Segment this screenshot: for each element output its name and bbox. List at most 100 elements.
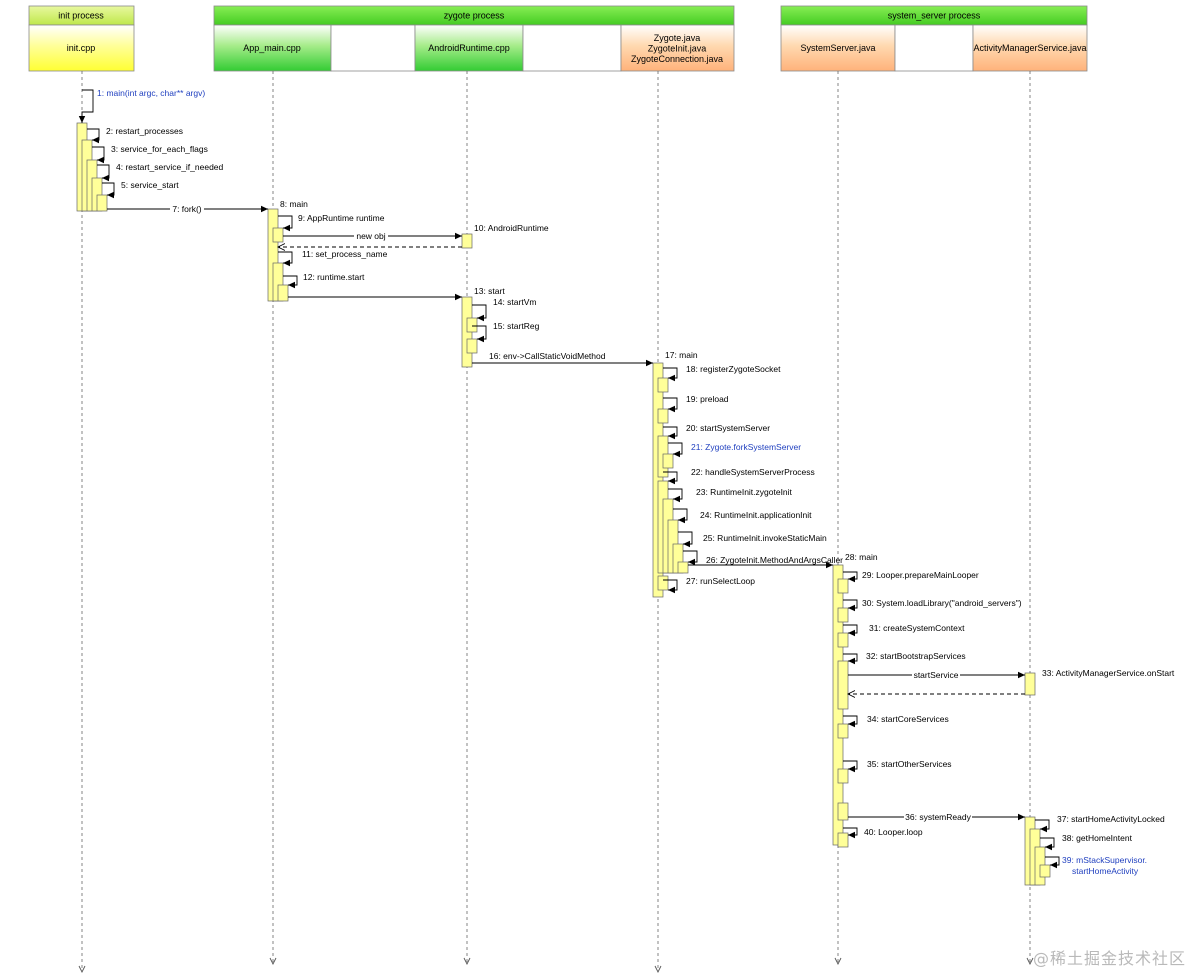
activation-bar [466, 317, 478, 333]
msg-14: 14: startVm [493, 297, 536, 307]
msg-32: 32: startBootstrapServices [866, 651, 966, 661]
msg-39-line1: 39: mStackSupervisor. [1062, 855, 1147, 865]
arrow-26 [683, 550, 698, 566]
activation-bar [837, 832, 849, 848]
arrow-31 [843, 624, 858, 637]
arrow-38 [1040, 837, 1055, 851]
activation-bar [1024, 672, 1036, 696]
activation-bar [837, 802, 849, 821]
arrow-9 [278, 215, 293, 232]
activation-bar [1039, 864, 1051, 878]
activation-bar [657, 575, 669, 591]
message-arrows [78, 89, 1060, 869]
init-process-label: init process [58, 11, 104, 21]
arrow-20 [663, 426, 678, 440]
msg-38: 38: getHomeIntent [1062, 833, 1133, 843]
activation-bar [837, 660, 849, 710]
watermark: @稀土掘金技术社区 [1032, 949, 1186, 968]
msg-1: 1: main(int argc, char** argv) [97, 88, 205, 98]
msg-30: 30: System.loadLibrary("android_servers"… [862, 598, 1022, 608]
activation-bar [272, 227, 284, 243]
msg-start-service: startService [914, 670, 959, 680]
msg-26: 26: ZygoteInit.MethodAndArgsCaller [706, 555, 843, 565]
msg-20: 20: startSystemServer [686, 423, 770, 433]
arrow-1 [78, 89, 94, 123]
arrow-3 [92, 146, 105, 164]
activation-bar [657, 377, 669, 393]
arrow-18 [663, 367, 678, 382]
msg-23: 23: RuntimeInit.zygoteInit [696, 487, 793, 497]
arrow-2 [87, 128, 100, 144]
msg-28: 28: main [845, 552, 878, 562]
arrow-30 [843, 599, 858, 612]
message-labels: 1: main(int argc, char** argv) 2: restar… [97, 88, 1175, 876]
ams-java-label: ActivityManagerService.java [973, 43, 1086, 53]
activation-bar [837, 723, 849, 739]
msg-36: 36: systemReady [905, 812, 971, 822]
msg-27: 27: runSelectLoop [686, 576, 755, 586]
arrow-23 [668, 488, 683, 503]
system-server-java-label: SystemServer.java [800, 43, 875, 53]
msg-4: 4: restart_service_if_needed [116, 162, 224, 172]
msg-39-line2: startHomeActivity [1072, 866, 1139, 876]
activation-bar [837, 607, 849, 623]
arrow-37 [1035, 819, 1050, 833]
arrow-34 [843, 715, 858, 728]
msg-12: 12: runtime.start [303, 272, 365, 282]
zygote-process-label: zygote process [444, 11, 505, 21]
msg-40: 40: Looper.loop [864, 827, 923, 837]
arrow-11 [278, 251, 293, 267]
msg-29: 29: Looper.prepareMainLooper [862, 570, 979, 580]
arrow-4 [97, 164, 110, 182]
activation-bar [277, 284, 289, 302]
spacer-box [522, 24, 622, 72]
system-server-process-label: system_server process [888, 11, 981, 21]
arrow-29 [843, 571, 858, 583]
zygote-java-label: Zygote.java [654, 33, 701, 43]
msg-25: 25: RuntimeInit.invokeStaticMain [703, 533, 827, 543]
msg-17: 17: main [665, 350, 698, 360]
activation-bar [837, 578, 849, 594]
arrow-32 [843, 653, 858, 665]
android-runtime-cpp-label: AndroidRuntime.cpp [428, 43, 510, 53]
activation-bar [677, 561, 689, 574]
activation-bar [662, 453, 674, 469]
activation-bar [96, 194, 108, 212]
msg-5: 5: service_start [121, 180, 179, 190]
spacer-box [894, 24, 974, 72]
msg-31: 31: createSystemContext [869, 623, 965, 633]
activation-bar [837, 768, 849, 784]
arrow-39 [1045, 856, 1060, 869]
msg-34: 34: startCoreServices [867, 714, 949, 724]
arrow-35 [843, 760, 858, 773]
arrow-21 [668, 442, 683, 458]
msg-22: 22: handleSystemServerProcess [691, 467, 815, 477]
msg-10: 10: AndroidRuntime [474, 223, 549, 233]
activation-bars [76, 122, 1051, 886]
msg-21: 21: Zygote.forkSystemServer [691, 442, 801, 452]
msg-2: 2: restart_processes [106, 126, 183, 136]
arrow-14 [472, 304, 487, 322]
app-main-cpp-label: App_main.cpp [243, 43, 301, 53]
msg-16: 16: env->CallStaticVoidMethod [489, 351, 606, 361]
msg-11: 11: set_process_name [302, 249, 388, 259]
sequence-diagram: init process zygote process system_serve… [28, 5, 1175, 974]
msg-18: 18: registerZygoteSocket [686, 364, 781, 374]
participants: init.cpp App_main.cpp AndroidRuntime.cpp… [28, 24, 1088, 72]
spacer-box [330, 24, 416, 72]
activation-bar [466, 338, 478, 354]
msg-33: 33: ActivityManagerService.onStart [1042, 668, 1175, 678]
activation-bar [461, 233, 473, 249]
msg-15: 15: startReg [493, 321, 540, 331]
msg-9: 9: AppRuntime runtime [298, 213, 385, 223]
msg-3: 3: service_for_each_flags [111, 144, 208, 154]
activation-bar [657, 408, 669, 424]
lifeline-ends [78, 957, 1034, 974]
msg-24: 24: RuntimeInit.applicationInit [700, 510, 812, 520]
msg-7: 7: fork() [172, 204, 201, 214]
arrow-25 [678, 531, 693, 548]
activation-bar [837, 632, 849, 648]
arrow-12 [283, 275, 298, 289]
zygote-init-java-label: ZygoteInit.java [648, 44, 707, 54]
process-headers: init process zygote process system_serve… [28, 5, 1088, 26]
